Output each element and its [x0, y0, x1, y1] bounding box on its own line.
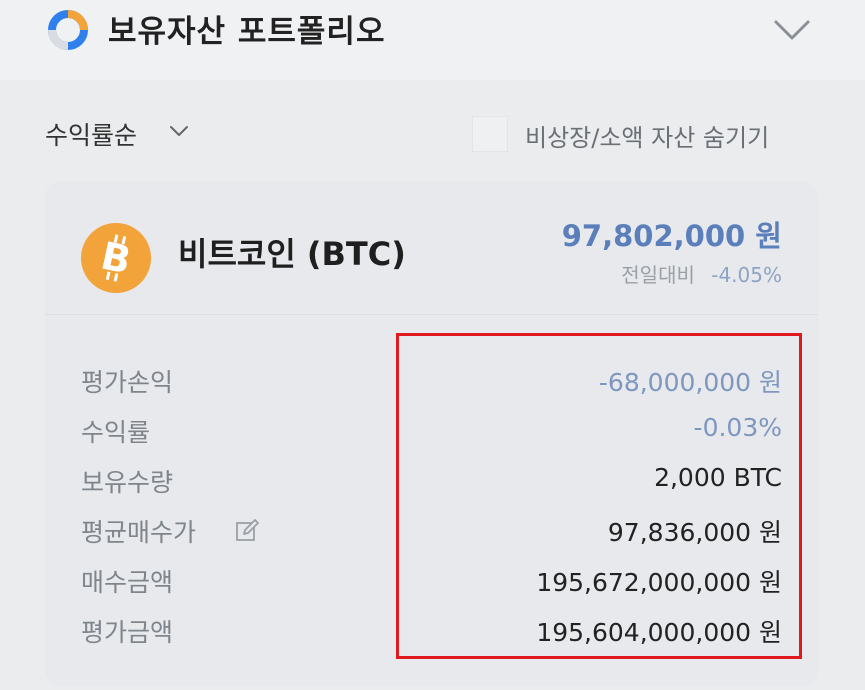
row-label: 수익률	[81, 418, 151, 447]
row-avg-price: 평균매수가 97,836,000 원	[45, 509, 818, 555]
current-price: 97,802,000 원	[561, 219, 782, 253]
row-purchase-amount: 매수금액 195,672,000,000 원	[45, 559, 818, 605]
page-title: 보유자산 포트폴리오	[108, 14, 386, 50]
coin-name: 비트코인 (BTC)	[178, 235, 406, 273]
row-label: 보유수량	[81, 468, 174, 497]
hide-small-assets-label[interactable]: 비상장/소액 자산 숨기기	[525, 118, 769, 153]
coin-header[interactable]: B 비트코인 (BTC) 97,802,000 원 전일대비 -4.05%	[45, 181, 818, 315]
sort-chevron-icon[interactable]	[168, 124, 190, 138]
chevron-down-icon[interactable]	[772, 16, 812, 44]
row-label: 평가금액	[81, 618, 174, 647]
pie-chart-icon	[48, 10, 88, 50]
row-return-rate: 수익률 -0.03%	[45, 409, 818, 455]
daily-change: 전일대비 -4.05%	[621, 259, 782, 288]
bitcoin-icon: B	[81, 223, 151, 293]
asset-card: B 비트코인 (BTC) 97,802,000 원 전일대비 -4.05% 평가…	[45, 181, 818, 686]
row-label: 평가손익	[81, 368, 174, 397]
portfolio-header[interactable]: 보유자산 포트폴리오	[0, 0, 865, 80]
edit-icon[interactable]	[235, 519, 259, 543]
row-label: 평균매수가	[81, 518, 197, 547]
row-valuation: 평가금액 195,604,000,000 원	[45, 609, 818, 655]
filter-row: 수익률순 비상장/소액 자산 숨기기	[0, 100, 865, 170]
row-quantity: 보유수량 2,000 BTC	[45, 459, 818, 505]
row-value: -0.03%	[693, 413, 782, 442]
row-value: -68,000,000 원	[598, 368, 782, 397]
hide-small-assets-checkbox[interactable]	[472, 116, 508, 152]
change-label: 전일대비	[621, 263, 695, 287]
row-value: 97,836,000 원	[607, 518, 782, 547]
row-label: 매수금액	[81, 568, 174, 597]
row-pnl: 평가손익 -68,000,000 원	[45, 359, 818, 405]
change-value: -4.05%	[711, 263, 782, 287]
sort-dropdown[interactable]: 수익률순	[45, 116, 137, 152]
row-value: 2,000 BTC	[654, 463, 782, 492]
row-value: 195,672,000,000 원	[536, 568, 782, 597]
row-value: 195,604,000,000 원	[536, 618, 782, 647]
